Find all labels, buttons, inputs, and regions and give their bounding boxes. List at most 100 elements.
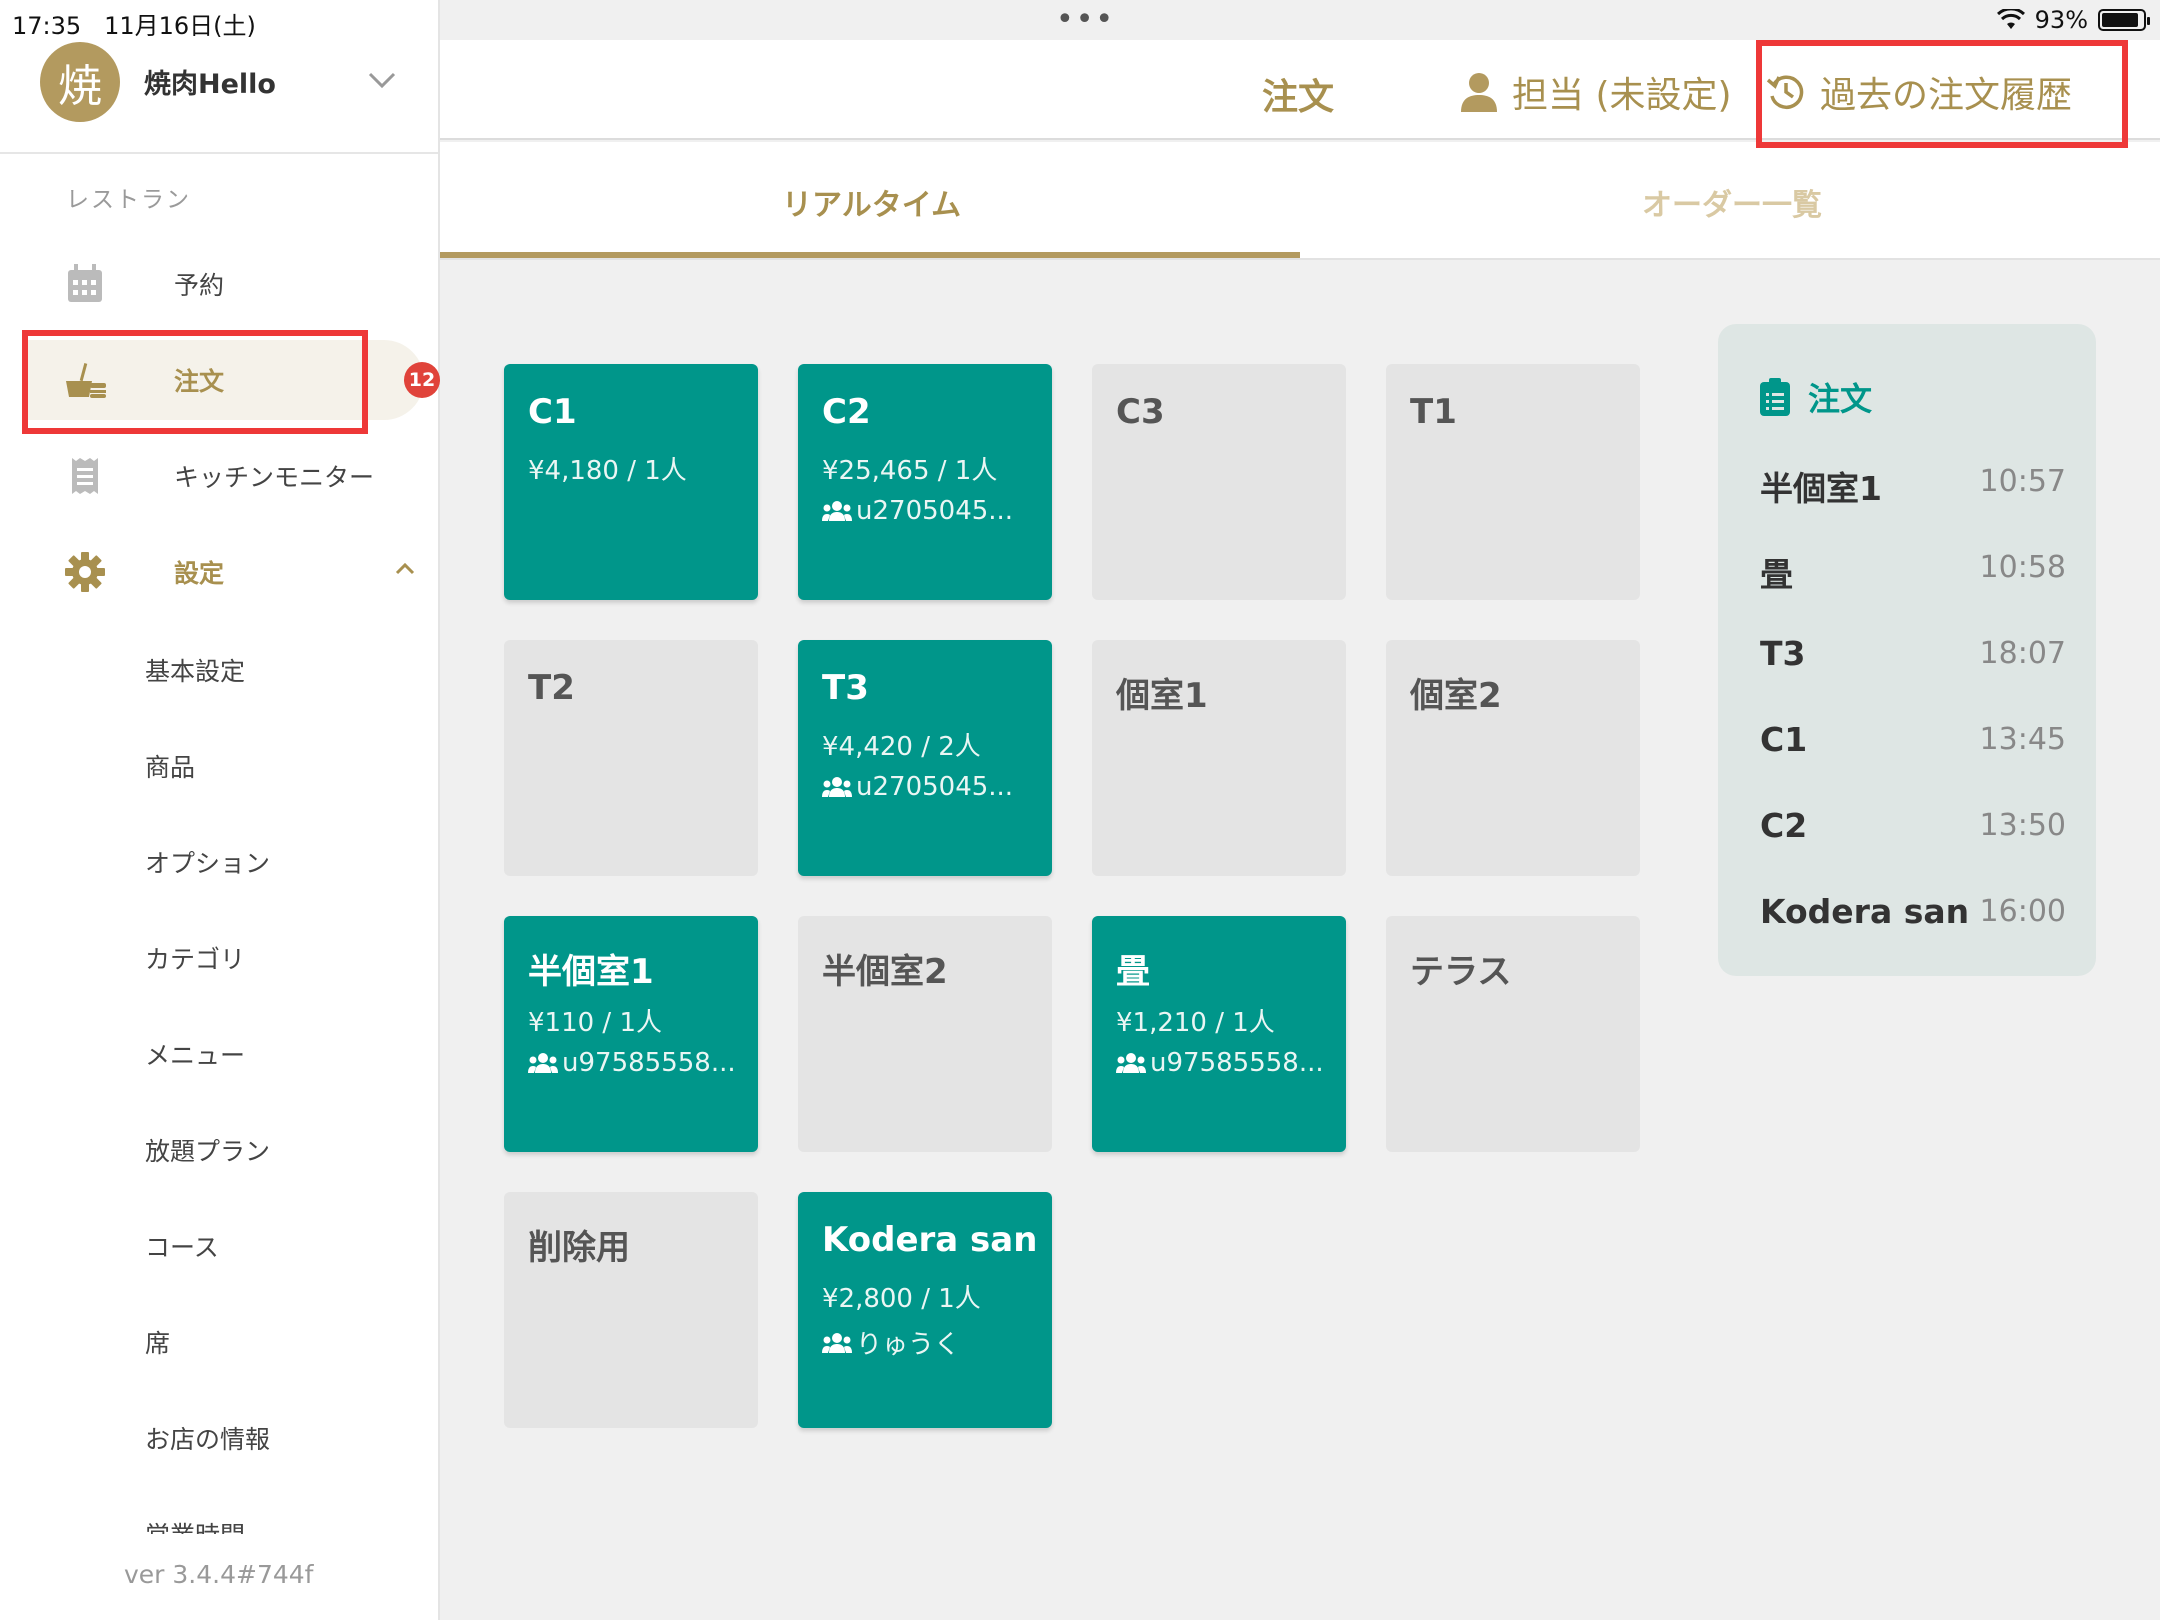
person-icon [1461, 73, 1497, 112]
highlight-box-history [1756, 40, 2128, 148]
guest-name: りゅうく [856, 1330, 961, 1360]
sidebar-subitem-seats[interactable]: 席 [145, 1324, 170, 1360]
staff-label: 担当 (未設定) [1512, 75, 1732, 116]
sidebar-subitem-store-info[interactable]: お店の情報 [145, 1420, 270, 1456]
table-tile-terrace[interactable]: テラス [1386, 916, 1640, 1152]
store-avatar: 焼 [40, 42, 120, 122]
sidebar: 焼 焼肉Hello レストラン 予約 注文 12 キッチンモニター 設定 基本設… [0, 0, 440, 1620]
gear-icon [62, 549, 108, 595]
guest-name: u97585558... [1150, 1048, 1324, 1078]
group-icon [1116, 1053, 1146, 1073]
sidebar-subitem-menu[interactable]: メニュー [145, 1036, 245, 1072]
tab-order-list[interactable]: オーダー一覧 [1642, 180, 1822, 224]
table-guest: りゅうく [822, 1324, 960, 1361]
order-table-name: C1 [1760, 720, 1808, 759]
table-price: ¥25,465 / 1人 [822, 456, 998, 486]
staff-selector-button[interactable]: 担当 (未設定) [1460, 66, 1732, 118]
order-time: 10:57 [1979, 464, 2066, 499]
sidebar-item-label: キッチンモニター [174, 463, 375, 492]
table-name: T2 [528, 668, 575, 708]
table-name: C1 [528, 392, 577, 432]
calendar-icon [62, 261, 108, 307]
order-table-name: T3 [1760, 634, 1806, 673]
section-label-restaurant: レストラン [66, 187, 191, 213]
sidebar-subitem-unlimited-plan[interactable]: 放題プラン [145, 1132, 270, 1168]
status-right: 93% [1996, 6, 2150, 34]
view-tabs: リアルタイム オーダー一覧 [440, 142, 2160, 260]
order-panel-header: 注文 [1760, 374, 1872, 420]
wifi-icon [1996, 9, 2025, 29]
table-tile-t2[interactable]: T2 [504, 640, 758, 876]
battery-icon [2098, 9, 2150, 31]
clipboard-icon [1760, 378, 1790, 416]
table-name: 半個室1 [528, 952, 654, 992]
sidebar-item-settings[interactable]: 設定 [24, 532, 424, 612]
guest-name: u97585558... [562, 1048, 736, 1078]
table-tile-private1[interactable]: 個室1 [1092, 640, 1346, 876]
active-tab-indicator [440, 252, 1300, 258]
chevron-up-icon[interactable] [390, 554, 420, 584]
group-icon [822, 1332, 852, 1353]
store-selector[interactable]: 焼 焼肉Hello [0, 40, 438, 154]
table-name: テラス [1410, 952, 1512, 992]
table-name: T1 [1410, 392, 1457, 432]
table-tile-for-deletion[interactable]: 削除用 [504, 1192, 758, 1428]
table-tile-c3[interactable]: C3 [1092, 364, 1346, 600]
chevron-down-icon[interactable] [362, 60, 402, 100]
order-time: 13:45 [1979, 722, 2066, 757]
highlight-box-order [22, 330, 368, 434]
order-queue-panel: 注文 半個室1 10:57 畳 10:58 T3 18:07 C1 13:45 … [1718, 324, 2096, 976]
sidebar-item-reservation[interactable]: 予約 [24, 244, 424, 324]
group-icon [528, 1053, 558, 1073]
table-price: ¥4,180 / 1人 [528, 456, 687, 486]
status-date: 11月16日(土) [104, 12, 256, 40]
table-tile-semi-private1[interactable]: 半個室1 ¥110 / 1人 u97585558... [504, 916, 758, 1152]
battery-percent: 93% [2034, 6, 2088, 34]
order-panel-title: 注文 [1808, 380, 1873, 418]
table-guest: u2705045... [822, 772, 1013, 802]
table-tile-kodera-san[interactable]: Kodera san ¥2,800 / 1人 りゅうく [798, 1192, 1052, 1428]
table-price: ¥4,420 / 2人 [822, 732, 981, 762]
status-time: 17:35 11月16日(土) [12, 6, 256, 41]
guest-name: u2705045... [856, 496, 1014, 526]
sidebar-subitem-basic-settings[interactable]: 基本設定 [145, 652, 245, 688]
table-guest: u97585558... [528, 1048, 736, 1078]
table-tile-c2[interactable]: C2 ¥25,465 / 1人 u2705045... [798, 364, 1052, 600]
table-name: C3 [1116, 392, 1165, 432]
table-name: 畳 [1116, 952, 1150, 992]
order-table-name: 半個室1 [1760, 469, 1882, 508]
sidebar-item-kitchen-monitor[interactable]: キッチンモニター [24, 436, 424, 516]
order-time: 18:07 [1979, 636, 2066, 671]
table-name: 個室2 [1410, 676, 1502, 716]
order-count-badge: 12 [404, 362, 440, 398]
guest-name: u2705045... [856, 772, 1014, 802]
sidebar-subitem-products[interactable]: 商品 [145, 748, 195, 784]
table-price: ¥1,210 / 1人 [1116, 1008, 1275, 1038]
table-guest: u2705045... [822, 496, 1013, 526]
table-price: ¥110 / 1人 [528, 1008, 662, 1038]
status-clock: 17:35 [12, 12, 82, 40]
tab-realtime[interactable]: リアルタイム [782, 180, 961, 224]
sidebar-subitem-course[interactable]: コース [145, 1228, 219, 1264]
table-tile-c1[interactable]: C1 ¥4,180 / 1人 [504, 364, 758, 600]
order-time: 16:00 [1979, 894, 2066, 929]
sidebar-subitem-business-hours[interactable]: 営業時間 [145, 1516, 245, 1534]
table-tile-t1[interactable]: T1 [1386, 364, 1640, 600]
table-name: Kodera san [822, 1220, 1038, 1260]
table-name: 半個室2 [822, 952, 948, 992]
table-tile-tatami[interactable]: 畳 ¥1,210 / 1人 u97585558... [1092, 916, 1346, 1152]
table-tile-semi-private2[interactable]: 半個室2 [798, 916, 1052, 1152]
sidebar-subitem-options[interactable]: オプション [145, 844, 270, 880]
sidebar-subitem-category[interactable]: カテゴリ [145, 940, 245, 976]
table-tile-t3[interactable]: T3 ¥4,420 / 2人 u2705045... [798, 640, 1052, 876]
receipt-icon [62, 453, 108, 499]
order-table-name: Kodera san [1760, 892, 1970, 931]
table-name: 個室1 [1116, 676, 1208, 716]
table-tile-private2[interactable]: 個室2 [1386, 640, 1640, 876]
order-table-name: C2 [1760, 806, 1808, 845]
app-version: ver 3.4.4#744f [124, 1560, 314, 1589]
sidebar-item-label: 予約 [174, 271, 225, 300]
multitasking-dots[interactable]: ••• [1056, 2, 1115, 37]
order-time: 10:58 [1979, 550, 2066, 585]
table-name: C2 [822, 392, 871, 432]
